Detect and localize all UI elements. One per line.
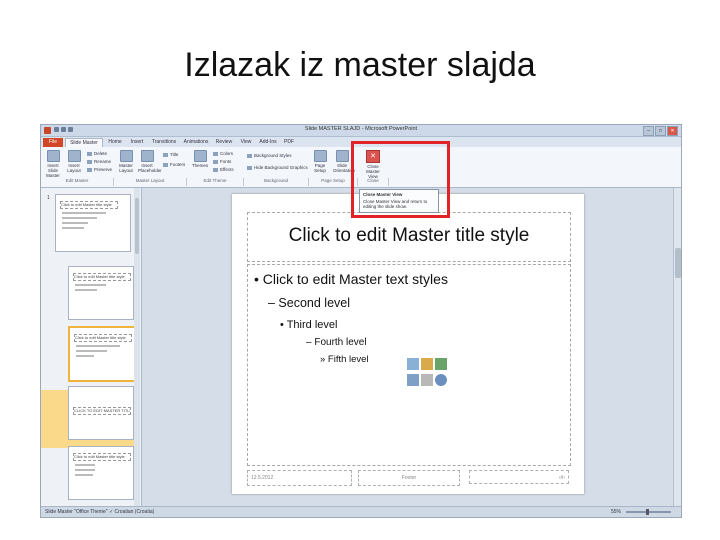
tab-home[interactable]: Home	[105, 138, 125, 147]
thumbnail-title: Click to edit Master title style	[73, 273, 131, 281]
picture-icon[interactable]	[407, 374, 419, 386]
thumbnail-body-lines	[76, 345, 120, 360]
thumbnail-master[interactable]: Click to edit Master title style	[55, 194, 131, 252]
tab-file[interactable]: File	[43, 138, 63, 147]
master-layout-button[interactable]: Master Layout	[117, 150, 135, 173]
master-layout-icon	[119, 150, 133, 162]
master-slide: Click to edit Master title style • Click…	[232, 194, 584, 494]
scroll-thumb[interactable]	[135, 198, 139, 254]
orientation-icon	[335, 150, 349, 162]
page-setup-icon	[313, 150, 327, 162]
thumbnail-title: Click to edit Master title style	[60, 201, 118, 209]
close-window-button[interactable]: ✕	[667, 126, 678, 136]
tab-pdf[interactable]: PDF	[281, 138, 297, 147]
slide-orientation-button[interactable]: Slide Orientation	[333, 150, 355, 173]
slide-master-icon	[46, 150, 60, 162]
delete-button[interactable]: Delete	[87, 151, 107, 156]
group-master-layout: Master Layout	[114, 178, 187, 186]
thumbnail-title: Click to edit Master title style	[74, 334, 132, 342]
thumbnail-layout[interactable]: Click to edit Master title style	[68, 266, 134, 320]
hide-background-graphics-checkbox[interactable]: Hide Background Graphics	[247, 165, 308, 170]
footer-placeholder[interactable]: Footer	[358, 470, 460, 486]
themes-button[interactable]: Themes	[191, 150, 209, 172]
effects-button[interactable]: Effects	[213, 167, 234, 172]
thumbnail-layout[interactable]: Click to edit Master title style	[68, 446, 134, 500]
status-left: Slide Master "Office Theme" ✓ Croatian (…	[45, 509, 155, 515]
checkbox-icon	[163, 152, 168, 157]
content-placeholder-icons	[406, 357, 450, 391]
table-icon[interactable]	[407, 358, 419, 370]
zoom-slider[interactable]	[626, 509, 671, 515]
group-edit-master: Edit Master	[41, 178, 114, 186]
colors-icon	[213, 151, 218, 156]
preserve-button[interactable]: Preserve	[87, 167, 112, 172]
fonts-button[interactable]: Fonts	[213, 159, 231, 164]
window-controls: – □ ✕	[642, 126, 678, 136]
layout-icon	[67, 150, 81, 162]
effects-icon	[213, 167, 218, 172]
thumbnail-pane: 1 Click to edit Master title style Click…	[41, 188, 142, 506]
page-title: Izlazak iz master slajda	[184, 46, 536, 84]
themes-icon	[193, 150, 207, 162]
title-placeholder[interactable]: Click to edit Master title style	[247, 212, 571, 262]
background-styles-button[interactable]: Background Styles	[247, 153, 292, 158]
background-styles-icon	[247, 153, 252, 158]
clip-art-icon[interactable]	[421, 374, 433, 386]
tab-transitions[interactable]: Transitions	[149, 138, 179, 147]
body-placeholder[interactable]: • Click to edit Master text styles – Sec…	[247, 264, 571, 466]
thumbnail-number: 1	[47, 195, 50, 201]
thumbnail-title: CLICK TO EDIT MASTER TITLE STYLE	[73, 407, 131, 415]
status-bar: Slide Master "Office Theme" ✓ Croatian (…	[41, 506, 681, 517]
checkbox-icon	[163, 162, 168, 167]
page-setup-button[interactable]: Page Setup	[311, 150, 329, 173]
maximize-button[interactable]: □	[655, 126, 666, 136]
insert-layout-button[interactable]: Insert Layout	[65, 150, 83, 173]
thumbnail-body-lines	[75, 284, 119, 294]
delete-icon	[87, 151, 92, 156]
text-level-3: • Third level	[280, 319, 338, 331]
thumbnail-body-lines	[62, 212, 106, 232]
text-level-4: – Fourth level	[306, 337, 367, 348]
title-checkbox[interactable]: Title	[163, 152, 178, 157]
chart-icon[interactable]	[421, 358, 433, 370]
insert-slide-master-button[interactable]: Insert Slide Master	[44, 150, 62, 178]
text-level-2: – Second level	[268, 296, 351, 310]
master-title-text: Click to edit Master title style	[288, 225, 530, 246]
colors-button[interactable]: Colors	[213, 151, 233, 156]
vertical-scrollbar[interactable]	[673, 188, 681, 506]
preserve-icon	[87, 167, 92, 172]
placeholder-icon	[140, 150, 154, 162]
tab-view[interactable]: View	[237, 138, 255, 147]
highlight-box	[351, 141, 450, 218]
thumbnail-title: Click to edit Master title style	[73, 453, 131, 461]
fonts-icon	[213, 159, 218, 164]
tab-review[interactable]: Review	[213, 138, 235, 147]
smartart-icon[interactable]	[435, 358, 447, 370]
title-bar: Slide MASTER SLAJD - Microsoft PowerPoin…	[41, 125, 681, 137]
thumbnail-body-lines	[75, 464, 119, 479]
scroll-thumb[interactable]	[675, 248, 681, 278]
window-title: Slide MASTER SLAJD - Microsoft PowerPoin…	[304, 126, 418, 132]
thumbnail-layout[interactable]: Click to edit Master title style	[68, 326, 136, 382]
powerpoint-window: Slide MASTER SLAJD - Microsoft PowerPoin…	[40, 124, 682, 518]
text-level-5: » Fifth level	[320, 354, 369, 365]
checkbox-icon	[247, 165, 252, 170]
slide-number-placeholder[interactable]: ‹#›	[469, 470, 569, 484]
thumbnail-layout[interactable]: CLICK TO EDIT MASTER TITLE STYLE	[68, 386, 134, 440]
tab-insert[interactable]: Insert	[127, 138, 147, 147]
date-placeholder[interactable]: 12.5.2012	[247, 470, 352, 486]
group-background: Background	[244, 178, 309, 186]
tab-add-ins[interactable]: Add-Ins	[257, 138, 279, 147]
footers-checkbox[interactable]: Footers	[163, 162, 185, 167]
rename-icon	[87, 159, 92, 164]
rename-button[interactable]: Rename	[87, 159, 111, 164]
zoom-level[interactable]: 55%	[611, 507, 621, 517]
text-level-1: • Click to edit Master text styles	[254, 271, 448, 287]
tab-animations[interactable]: Animations	[181, 138, 211, 147]
thumbnail-scrollbar[interactable]	[134, 188, 140, 506]
group-edit-theme: Edit Theme	[187, 178, 244, 186]
minimize-button[interactable]: –	[643, 126, 654, 136]
insert-placeholder-button[interactable]: Insert Placeholder	[138, 150, 162, 173]
media-icon[interactable]	[435, 374, 447, 386]
